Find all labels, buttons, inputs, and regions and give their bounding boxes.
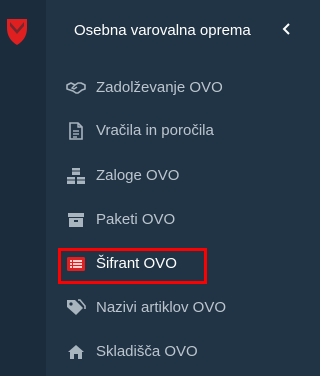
chevron-left-icon[interactable] — [282, 23, 292, 35]
sidebar-item-vracila-in-porocila[interactable]: Vračila in poročila — [46, 111, 300, 151]
section-title: Osebna varovalna oprema — [74, 22, 251, 39]
sidebar-item-nazivi-artiklov-ovo[interactable]: Nazivi artiklov OVO — [46, 288, 300, 328]
sidebar-item-label: Nazivi artiklov OVO — [96, 299, 227, 316]
sidebar-item-label: Zadolževanje OVO — [96, 79, 223, 96]
sidebar-item-sifrant-ovo[interactable]: Šifrant OVO — [46, 244, 300, 284]
sidebar-rail — [0, 0, 46, 376]
document-icon — [66, 121, 86, 141]
sidebar-item-label: Zaloge OVO — [96, 167, 180, 184]
cubes-icon — [66, 166, 86, 186]
sidebar-item-label: Šifrant OVO — [96, 255, 177, 272]
list-alt-icon — [66, 254, 86, 274]
sidebar-item-label: Skladišča OVO — [96, 343, 198, 360]
sidebar-item-label: Vračila in poročila — [96, 122, 214, 139]
home-icon — [66, 342, 86, 362]
sidebar-item-paketi-ovo[interactable]: Paketi OVO — [46, 200, 300, 240]
sidebar-item-zadolzevanje-ovo[interactable]: Zadolževanje OVO — [46, 68, 300, 108]
tags-icon — [66, 298, 86, 318]
sidebar-item-skladisca-ovo[interactable]: Skladišča OVO — [46, 332, 300, 372]
sidebar-item-label: Paketi OVO — [96, 211, 176, 228]
archive-box-icon — [66, 210, 86, 230]
handshake-icon — [66, 78, 86, 98]
sidebar-section-header[interactable]: Osebna varovalna oprema — [46, 16, 300, 46]
shield-logo-icon[interactable] — [6, 16, 28, 46]
sidebar-item-zaloge-ovo[interactable]: Zaloge OVO — [46, 156, 300, 196]
